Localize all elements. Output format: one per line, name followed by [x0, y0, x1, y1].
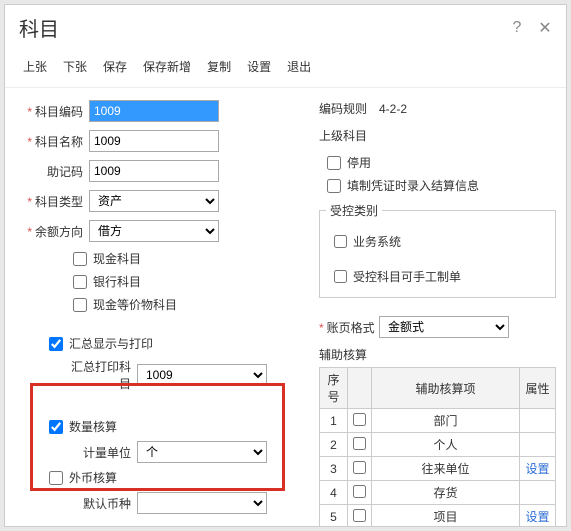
- name-label: 科目名称: [19, 133, 89, 150]
- aux-col-chk: [348, 368, 372, 409]
- copy-button[interactable]: 复制: [207, 58, 231, 75]
- table-row: 3 往来单位设置: [320, 457, 556, 481]
- biz-system-label: 业务系统: [353, 233, 401, 250]
- code-label: 科目编码: [19, 103, 89, 120]
- aux-seq: 1: [320, 409, 348, 433]
- qty-checkbox[interactable]: [49, 420, 63, 434]
- qty-label: 数量核算: [69, 418, 117, 435]
- table-row: 1 部门: [320, 409, 556, 433]
- type-select[interactable]: 资产: [89, 190, 219, 212]
- dialog-title: 科目: [19, 13, 59, 42]
- equiv-label: 现金等价物科目: [93, 296, 177, 313]
- manual-voucher-label: 受控科目可手工制单: [353, 268, 461, 285]
- settings-button[interactable]: 设置: [247, 58, 271, 75]
- rule-value: 4-2-2: [379, 102, 407, 116]
- cash-label: 现金科目: [93, 250, 141, 267]
- equiv-checkbox[interactable]: [73, 298, 87, 312]
- aux-item: 项目: [372, 505, 520, 528]
- exit-button[interactable]: 退出: [287, 58, 311, 75]
- save-new-button[interactable]: 保存新增: [143, 58, 191, 75]
- aux-seq: 3: [320, 457, 348, 481]
- toolbar: 上张 下张 保存 保存新增 复制 设置 退出: [5, 48, 566, 88]
- aux-item: 部门: [372, 409, 520, 433]
- mnemonic-input[interactable]: [89, 160, 219, 182]
- foreign-checkbox[interactable]: [49, 471, 63, 485]
- next-button[interactable]: 下张: [63, 58, 87, 75]
- aux-row-checkbox[interactable]: [353, 461, 366, 474]
- aux-col-item: 辅助核算项: [372, 368, 520, 409]
- disable-label: 停用: [347, 154, 371, 171]
- aux-table: 序号 辅助核算项 属性 1部门2个人3往来单位设置4存货5项目设置: [319, 367, 556, 527]
- bank-label: 银行科目: [93, 273, 141, 290]
- aux-item: 存货: [372, 481, 520, 505]
- aux-row-checkbox[interactable]: [353, 413, 366, 426]
- aux-title: 辅助核算: [319, 346, 556, 363]
- mnemonic-label: 助记码: [19, 163, 89, 180]
- save-button[interactable]: 保存: [103, 58, 127, 75]
- bank-checkbox[interactable]: [73, 275, 87, 289]
- parent-label: 上级科目: [319, 127, 379, 144]
- aux-col-attr: 属性: [520, 368, 556, 409]
- table-row: 4 存货: [320, 481, 556, 505]
- help-icon[interactable]: ?: [508, 19, 526, 37]
- aux-item: 个人: [372, 433, 520, 457]
- cash-checkbox[interactable]: [73, 252, 87, 266]
- aux-attr-link[interactable]: 设置: [520, 457, 556, 481]
- close-icon[interactable]: ✕: [536, 19, 554, 37]
- manual-voucher-checkbox[interactable]: [334, 270, 347, 283]
- page-fmt-label: 账页格式: [319, 319, 379, 336]
- aux-seq: 5: [320, 505, 348, 528]
- summary-print-checkbox[interactable]: [49, 337, 63, 351]
- aux-attr: [520, 409, 556, 433]
- controlled-fieldset: 受控类别 业务系统 受控科目可手工制单: [319, 202, 556, 298]
- table-row: 5 项目设置: [320, 505, 556, 528]
- summary-subj-select[interactable]: 1009: [137, 364, 267, 386]
- voucher-info-checkbox[interactable]: [327, 179, 341, 193]
- balance-label: 余额方向: [19, 223, 89, 240]
- controlled-legend: 受控类别: [326, 202, 382, 219]
- aux-row-checkbox[interactable]: [353, 485, 366, 498]
- aux-row-checkbox[interactable]: [353, 437, 366, 450]
- aux-col-seq: 序号: [320, 368, 348, 409]
- aux-row-checkbox[interactable]: [353, 509, 366, 522]
- aux-seq: 2: [320, 433, 348, 457]
- disable-checkbox[interactable]: [327, 156, 341, 170]
- table-row: 2 个人: [320, 433, 556, 457]
- page-fmt-select[interactable]: 金额式: [379, 316, 509, 338]
- aux-item: 往来单位: [372, 457, 520, 481]
- aux-attr: [520, 481, 556, 505]
- balance-select[interactable]: 借方: [89, 220, 219, 242]
- default-currency-label: 默认币种: [63, 495, 137, 512]
- prev-button[interactable]: 上张: [23, 58, 47, 75]
- foreign-label: 外币核算: [69, 469, 117, 486]
- aux-seq: 4: [320, 481, 348, 505]
- unit-select[interactable]: 个: [137, 441, 267, 463]
- code-input[interactable]: [89, 100, 219, 122]
- aux-attr-link[interactable]: 设置: [520, 505, 556, 528]
- summary-print-label: 汇总显示与打印: [69, 335, 153, 352]
- unit-label: 计量单位: [63, 444, 137, 461]
- biz-system-checkbox[interactable]: [334, 235, 347, 248]
- default-currency-select[interactable]: [137, 492, 267, 514]
- voucher-info-label: 填制凭证时录入结算信息: [347, 177, 479, 194]
- rule-label: 编码规则: [319, 100, 379, 117]
- type-label: 科目类型: [19, 193, 89, 210]
- summary-subj-label: 汇总打印科目: [63, 358, 137, 392]
- name-input[interactable]: [89, 130, 219, 152]
- aux-attr: [520, 433, 556, 457]
